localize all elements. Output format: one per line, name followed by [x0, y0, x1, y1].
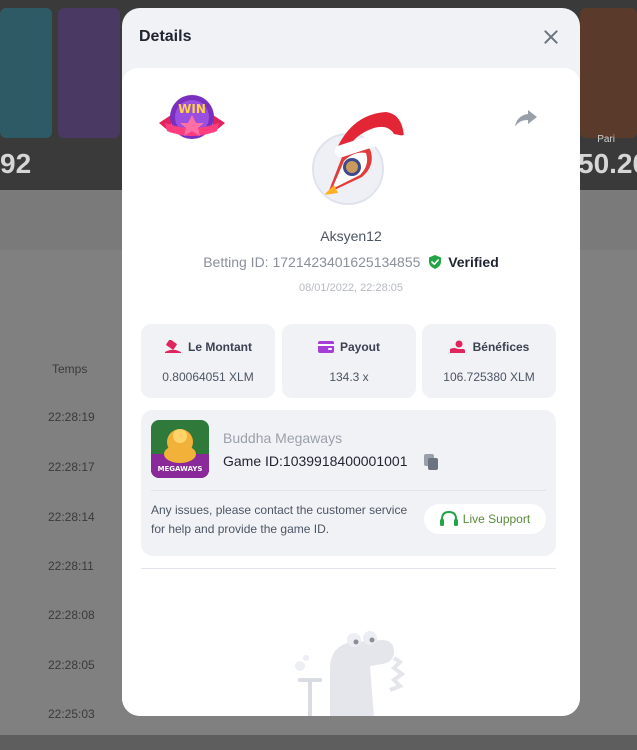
- stat-label-profit: Bénéfices: [472, 340, 530, 354]
- table-header-time: Temps: [52, 362, 88, 376]
- table-time: 22:28:14: [48, 510, 95, 524]
- stat-card-payout: Payout 134.3 x: [282, 324, 416, 398]
- stat-header: Bénéfices: [422, 340, 556, 354]
- divider: [141, 568, 556, 569]
- stat-label-amount: Le Montant: [188, 340, 252, 354]
- bet-icon: [165, 339, 181, 353]
- betting-id-value: 1721423401625134855: [272, 254, 421, 270]
- stat-value-payout: 134.3 x: [329, 370, 369, 384]
- bet-timestamp: 08/01/2022, 22:28:05: [299, 282, 403, 294]
- close-icon[interactable]: [540, 26, 562, 48]
- table-time: 22:25:03: [48, 707, 95, 721]
- game-id: Game ID:1039918400001001: [223, 453, 407, 469]
- username: Aksyen12: [320, 228, 382, 244]
- stat-label-payout: Payout: [339, 340, 380, 354]
- stat-header: Le Montant: [141, 339, 275, 354]
- support-message: Any issues, please contact the customer …: [151, 503, 408, 536]
- stat-value-amount: 0.80064051 XLM: [162, 370, 254, 384]
- betting-id-label: Betting ID:: [203, 254, 269, 270]
- game-id-label: Game ID:: [223, 453, 283, 469]
- slot-reel: [0, 8, 52, 138]
- table-time: 22:28:08: [48, 608, 95, 622]
- win-amount-left: 92: [0, 148, 32, 179]
- win-badge-text: WIN: [178, 102, 206, 116]
- live-support-button[interactable]: Live Support: [424, 504, 546, 534]
- verified-badge: Verified: [448, 254, 499, 270]
- modal-title: Details: [139, 28, 192, 45]
- divider: [151, 490, 546, 491]
- wallet-icon: [317, 341, 334, 353]
- table-time: 22:28:17: [48, 460, 95, 474]
- live-support-label: Live Support: [462, 512, 531, 526]
- santa-hat-icon: [334, 112, 411, 158]
- profit-icon: [449, 340, 465, 353]
- details-modal: Details WIN Aksyen12 Betting ID: 1721423…: [122, 8, 580, 716]
- pari-label: Pari: [597, 134, 615, 145]
- table-time: 22:28:05: [48, 658, 95, 672]
- table-time: 22:28:19: [48, 410, 95, 424]
- game-info-box: MEGAWAYS Buddha Megaways Game ID:1039918…: [141, 410, 556, 556]
- mascot-illustration: [295, 631, 406, 716]
- table-time: 22:28:11: [48, 559, 94, 573]
- bet-details-card: WIN Aksyen12 Betting ID: 172142340162513…: [122, 68, 580, 716]
- stat-header: Payout: [282, 340, 416, 354]
- stat-card-amount: Le Montant 0.80064051 XLM: [141, 324, 275, 398]
- game-thumbnail[interactable]: MEGAWAYS: [151, 420, 209, 478]
- slot-reel: [58, 8, 120, 138]
- slot-reel: [580, 8, 637, 138]
- share-icon[interactable]: [514, 108, 538, 128]
- background-footer: [0, 735, 637, 750]
- game-id-value: 1039918400001001: [282, 453, 408, 469]
- win-badge-icon: WIN: [159, 95, 225, 139]
- game-name: Buddha Megaways: [223, 430, 343, 446]
- stat-card-profit: Bénéfices 106.725380 XLM: [422, 324, 556, 398]
- stat-value-profit: 106.725380 XLM: [443, 370, 535, 384]
- betting-id-row: Betting ID: 1721423401625134855 Verified: [122, 254, 580, 270]
- win-amount-right: 50.20: [578, 148, 637, 179]
- copy-icon[interactable]: [423, 453, 439, 471]
- shield-check-icon: [429, 255, 442, 269]
- game-thumbnail-text: MEGAWAYS: [158, 465, 203, 473]
- headset-icon: [439, 511, 458, 526]
